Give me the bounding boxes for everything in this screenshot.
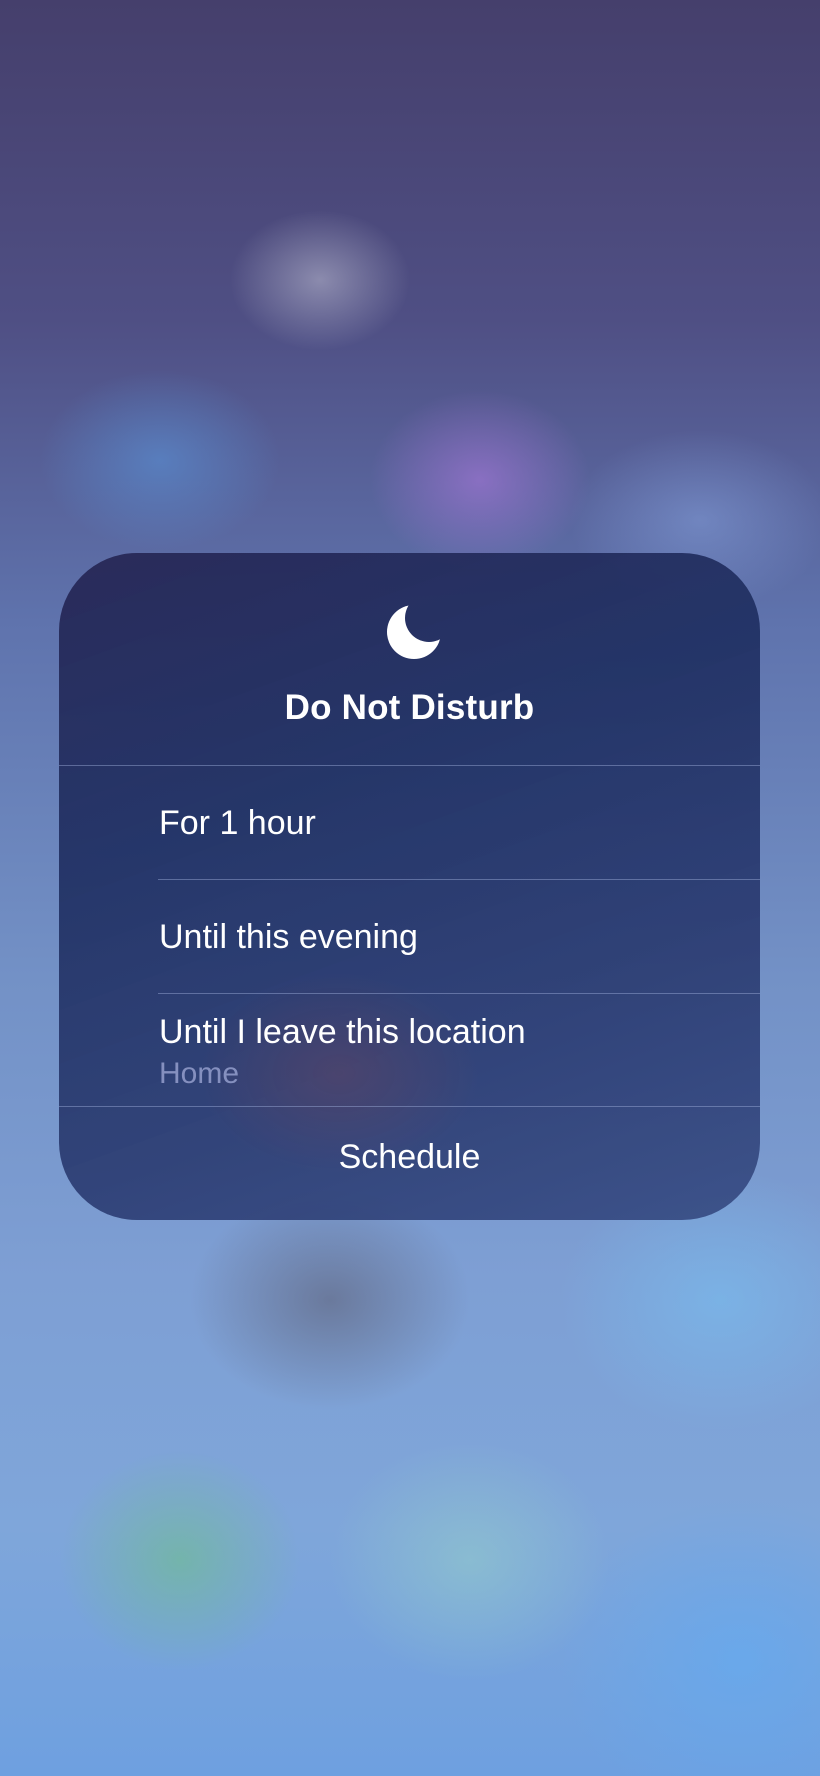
schedule-button[interactable]: Schedule	[59, 1107, 760, 1220]
panel-header: Do Not Disturb	[59, 553, 760, 765]
option-until-leave-location[interactable]: Until I leave this location Home	[59, 994, 760, 1107]
option-label: Until this evening	[159, 918, 418, 956]
option-label: Until I leave this location	[159, 1013, 526, 1051]
option-label: For 1 hour	[159, 804, 316, 842]
do-not-disturb-panel: Do Not Disturb For 1 hour Until this eve…	[59, 553, 760, 1220]
panel-title: Do Not Disturb	[284, 688, 535, 727]
location-sublabel: Home	[159, 1057, 240, 1090]
option-for-1-hour[interactable]: For 1 hour	[59, 766, 760, 879]
moon-icon	[382, 600, 446, 664]
option-until-this-evening[interactable]: Until this evening	[59, 880, 760, 993]
schedule-label: Schedule	[338, 1138, 481, 1176]
